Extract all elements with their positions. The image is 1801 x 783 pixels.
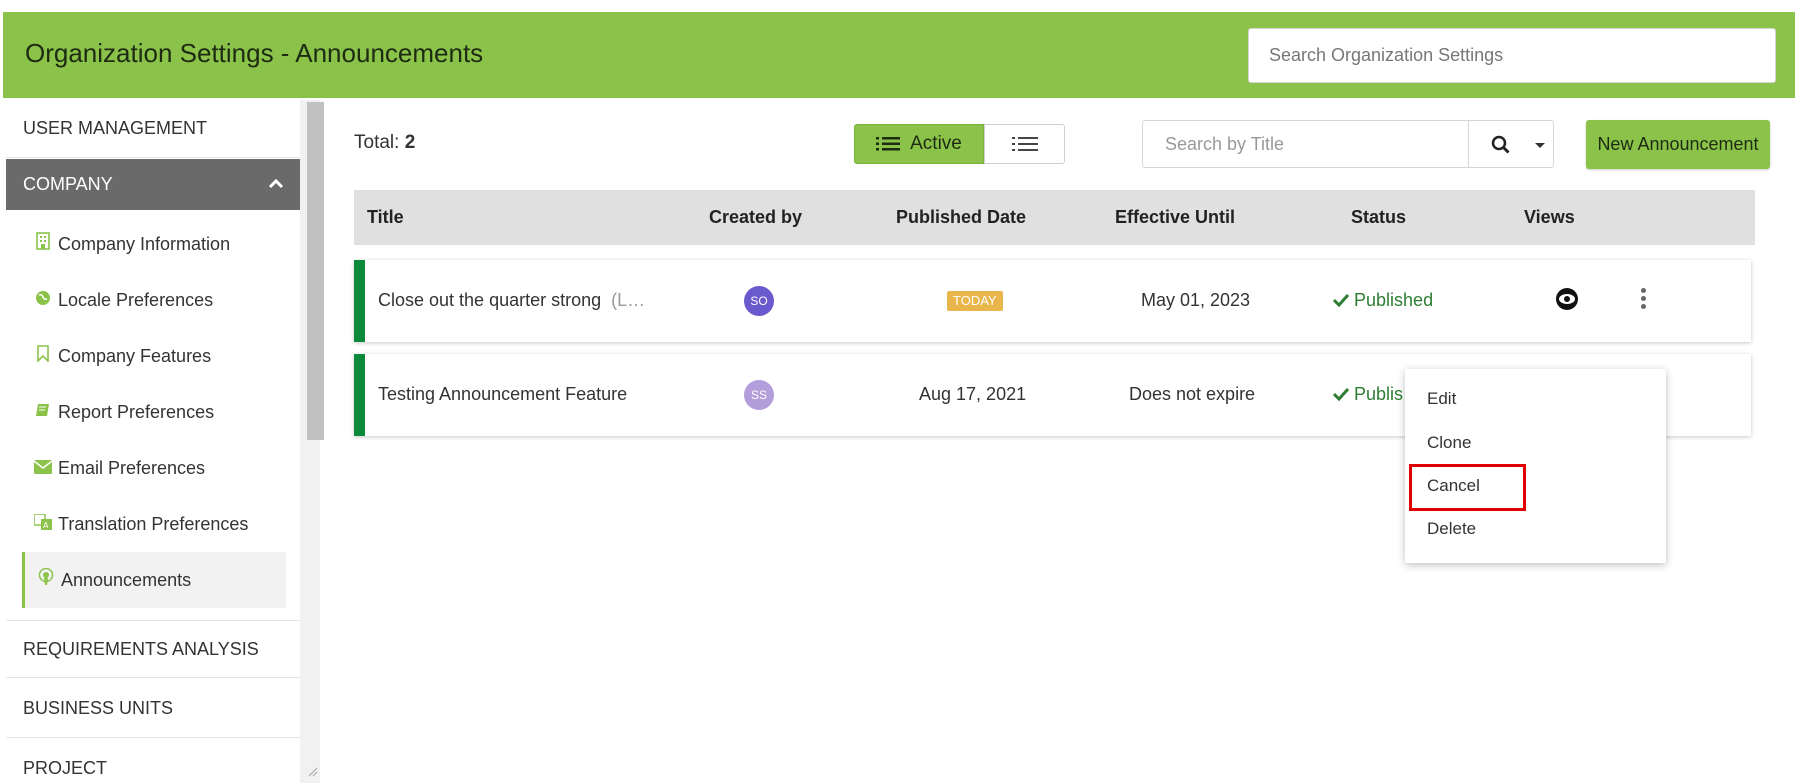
sidebar-item-report-preferences[interactable]: Report Preferences xyxy=(22,384,286,440)
active-view-label: Active xyxy=(910,133,962,154)
page-title: Organization Settings - Announcements xyxy=(25,38,484,68)
avatar: SS xyxy=(744,380,774,410)
sidebar-section-requirements-analysis[interactable]: REQUIREMENTS ANALYSIS xyxy=(6,620,300,678)
check-icon xyxy=(1332,387,1350,402)
total-count: Total: 2 xyxy=(354,132,415,154)
sidebar-section-business-units[interactable]: BUSINESS UNITS xyxy=(6,680,300,738)
total-label: Total: xyxy=(354,132,400,153)
table-row[interactable]: Close out the quarter strong (L… SO TODA… xyxy=(354,260,1751,342)
podcast-icon xyxy=(37,552,55,608)
sidebar-item-label: Company Information xyxy=(58,234,231,254)
more-options-icon[interactable] xyxy=(1641,288,1647,312)
sidebar-section-company-label: COMPANY xyxy=(23,174,113,194)
chevron-down-icon xyxy=(1535,143,1545,148)
announcement-title[interactable]: Close out the quarter strong (L… xyxy=(378,260,645,340)
column-header-created-by[interactable]: Created by xyxy=(709,190,802,245)
sidebar: USER MANAGEMENT COMPANY Company Informat… xyxy=(6,100,300,783)
column-header-published-date[interactable]: Published Date xyxy=(896,190,1026,245)
list-icon xyxy=(1011,137,1038,151)
sidebar-item-company-information[interactable]: Company Information xyxy=(22,216,286,272)
status-badge: Publis xyxy=(1332,354,1403,434)
sidebar-item-label: Company Features xyxy=(58,346,212,366)
org-settings-search-input[interactable] xyxy=(1248,28,1776,83)
sidebar-item-locale-preferences[interactable]: Locale Preferences xyxy=(22,272,286,328)
check-icon xyxy=(1332,293,1350,308)
column-header-status[interactable]: Status xyxy=(1351,190,1406,245)
published-date: Aug 17, 2021 xyxy=(919,384,1027,404)
sidebar-item-label: Email Preferences xyxy=(58,458,206,478)
effective-until: May 01, 2023 xyxy=(1141,290,1251,310)
list-icon xyxy=(876,137,901,151)
sidebar-item-label: Report Preferences xyxy=(58,402,215,422)
chevron-up-icon xyxy=(268,178,284,189)
sidebar-item-announcements[interactable]: Announcements xyxy=(22,552,286,608)
sidebar-item-label: Announcements xyxy=(61,570,192,590)
column-header-title[interactable]: Title xyxy=(367,190,404,245)
active-view-button[interactable]: Active xyxy=(854,124,984,164)
translate-icon: A xyxy=(33,496,52,552)
effective-until: Does not expire xyxy=(1129,384,1256,404)
announcement-title[interactable]: Testing Announcement Feature xyxy=(378,354,627,434)
total-value: 2 xyxy=(404,132,416,153)
title-search-input[interactable] xyxy=(1142,120,1469,168)
sidebar-scrollbar-thumb[interactable] xyxy=(307,102,324,440)
sidebar-item-label: Translation Preferences xyxy=(58,514,249,534)
sidebar-item-email-preferences[interactable]: Email Preferences xyxy=(22,440,286,496)
menu-item-edit[interactable]: Edit xyxy=(1427,389,1456,409)
column-header-effective-until[interactable]: Effective Until xyxy=(1115,190,1235,245)
building-icon xyxy=(34,216,52,272)
avatar: SO xyxy=(744,286,774,316)
menu-item-clone[interactable]: Clone xyxy=(1427,433,1471,453)
globe-icon xyxy=(34,272,52,328)
bookmark-icon xyxy=(34,328,52,384)
sidebar-section-user-management[interactable]: USER MANAGEMENT xyxy=(6,100,300,158)
sidebar-item-label: Locale Preferences xyxy=(58,290,214,310)
eye-icon[interactable] xyxy=(1554,288,1580,310)
all-view-button[interactable] xyxy=(984,124,1065,164)
sidebar-section-company[interactable]: COMPANY xyxy=(6,159,300,210)
sidebar-item-translation-preferences[interactable]: A Translation Preferences xyxy=(22,496,286,552)
cancel-highlight-box xyxy=(1409,464,1526,511)
menu-item-delete[interactable]: Delete xyxy=(1427,519,1476,539)
today-badge: TODAY xyxy=(947,291,1003,311)
resize-grip-icon[interactable] xyxy=(306,765,320,779)
sidebar-section-project[interactable]: PROJECT xyxy=(6,740,300,783)
envelope-icon xyxy=(33,440,53,496)
status-badge: Published xyxy=(1332,260,1433,340)
page-header: Organization Settings - Announcements xyxy=(3,12,1795,98)
table-header: Title Created by Published Date Effectiv… xyxy=(354,190,1755,245)
column-header-views[interactable]: Views xyxy=(1524,190,1575,245)
sidebar-item-company-features[interactable]: Company Features xyxy=(22,328,286,384)
search-icon xyxy=(1491,135,1510,154)
new-announcement-button[interactable]: New Announcement xyxy=(1586,120,1770,169)
search-button[interactable] xyxy=(1468,120,1554,168)
book-icon xyxy=(34,384,52,440)
svg-text:A: A xyxy=(43,521,49,530)
